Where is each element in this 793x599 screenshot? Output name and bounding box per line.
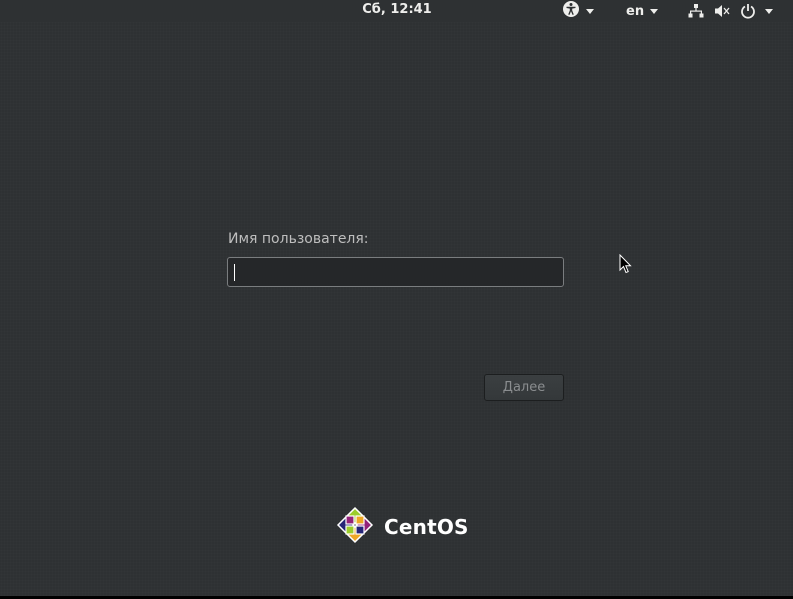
username-label: Имя пользователя: (228, 231, 369, 247)
accessibility-icon (562, 0, 580, 22)
language-label: en (626, 3, 645, 19)
centos-logo: CentOS (333, 503, 469, 551)
system-menu[interactable] (688, 2, 773, 20)
network-wired-icon (688, 3, 704, 19)
top-bar: Сб, 12:41 en (0, 0, 793, 22)
chevron-down-icon (650, 8, 659, 14)
chevron-down-icon (765, 8, 773, 14)
volume-muted-icon (714, 3, 730, 19)
next-button[interactable]: Далее (484, 374, 564, 401)
clock[interactable]: Сб, 12:41 (360, 2, 434, 17)
centos-logo-icon (333, 503, 377, 551)
language-menu[interactable]: en (626, 2, 659, 20)
text-caret (234, 264, 235, 281)
username-field-frame (227, 257, 564, 287)
accessibility-menu[interactable] (562, 0, 594, 22)
login-screen: Сб, 12:41 en Имя пользователя: Далее Cen… (0, 0, 793, 599)
chevron-down-icon (586, 8, 594, 14)
power-icon (740, 3, 756, 19)
mouse-pointer-icon (619, 253, 633, 279)
username-input[interactable] (228, 258, 563, 286)
centos-logo-text: CentOS (384, 515, 469, 539)
